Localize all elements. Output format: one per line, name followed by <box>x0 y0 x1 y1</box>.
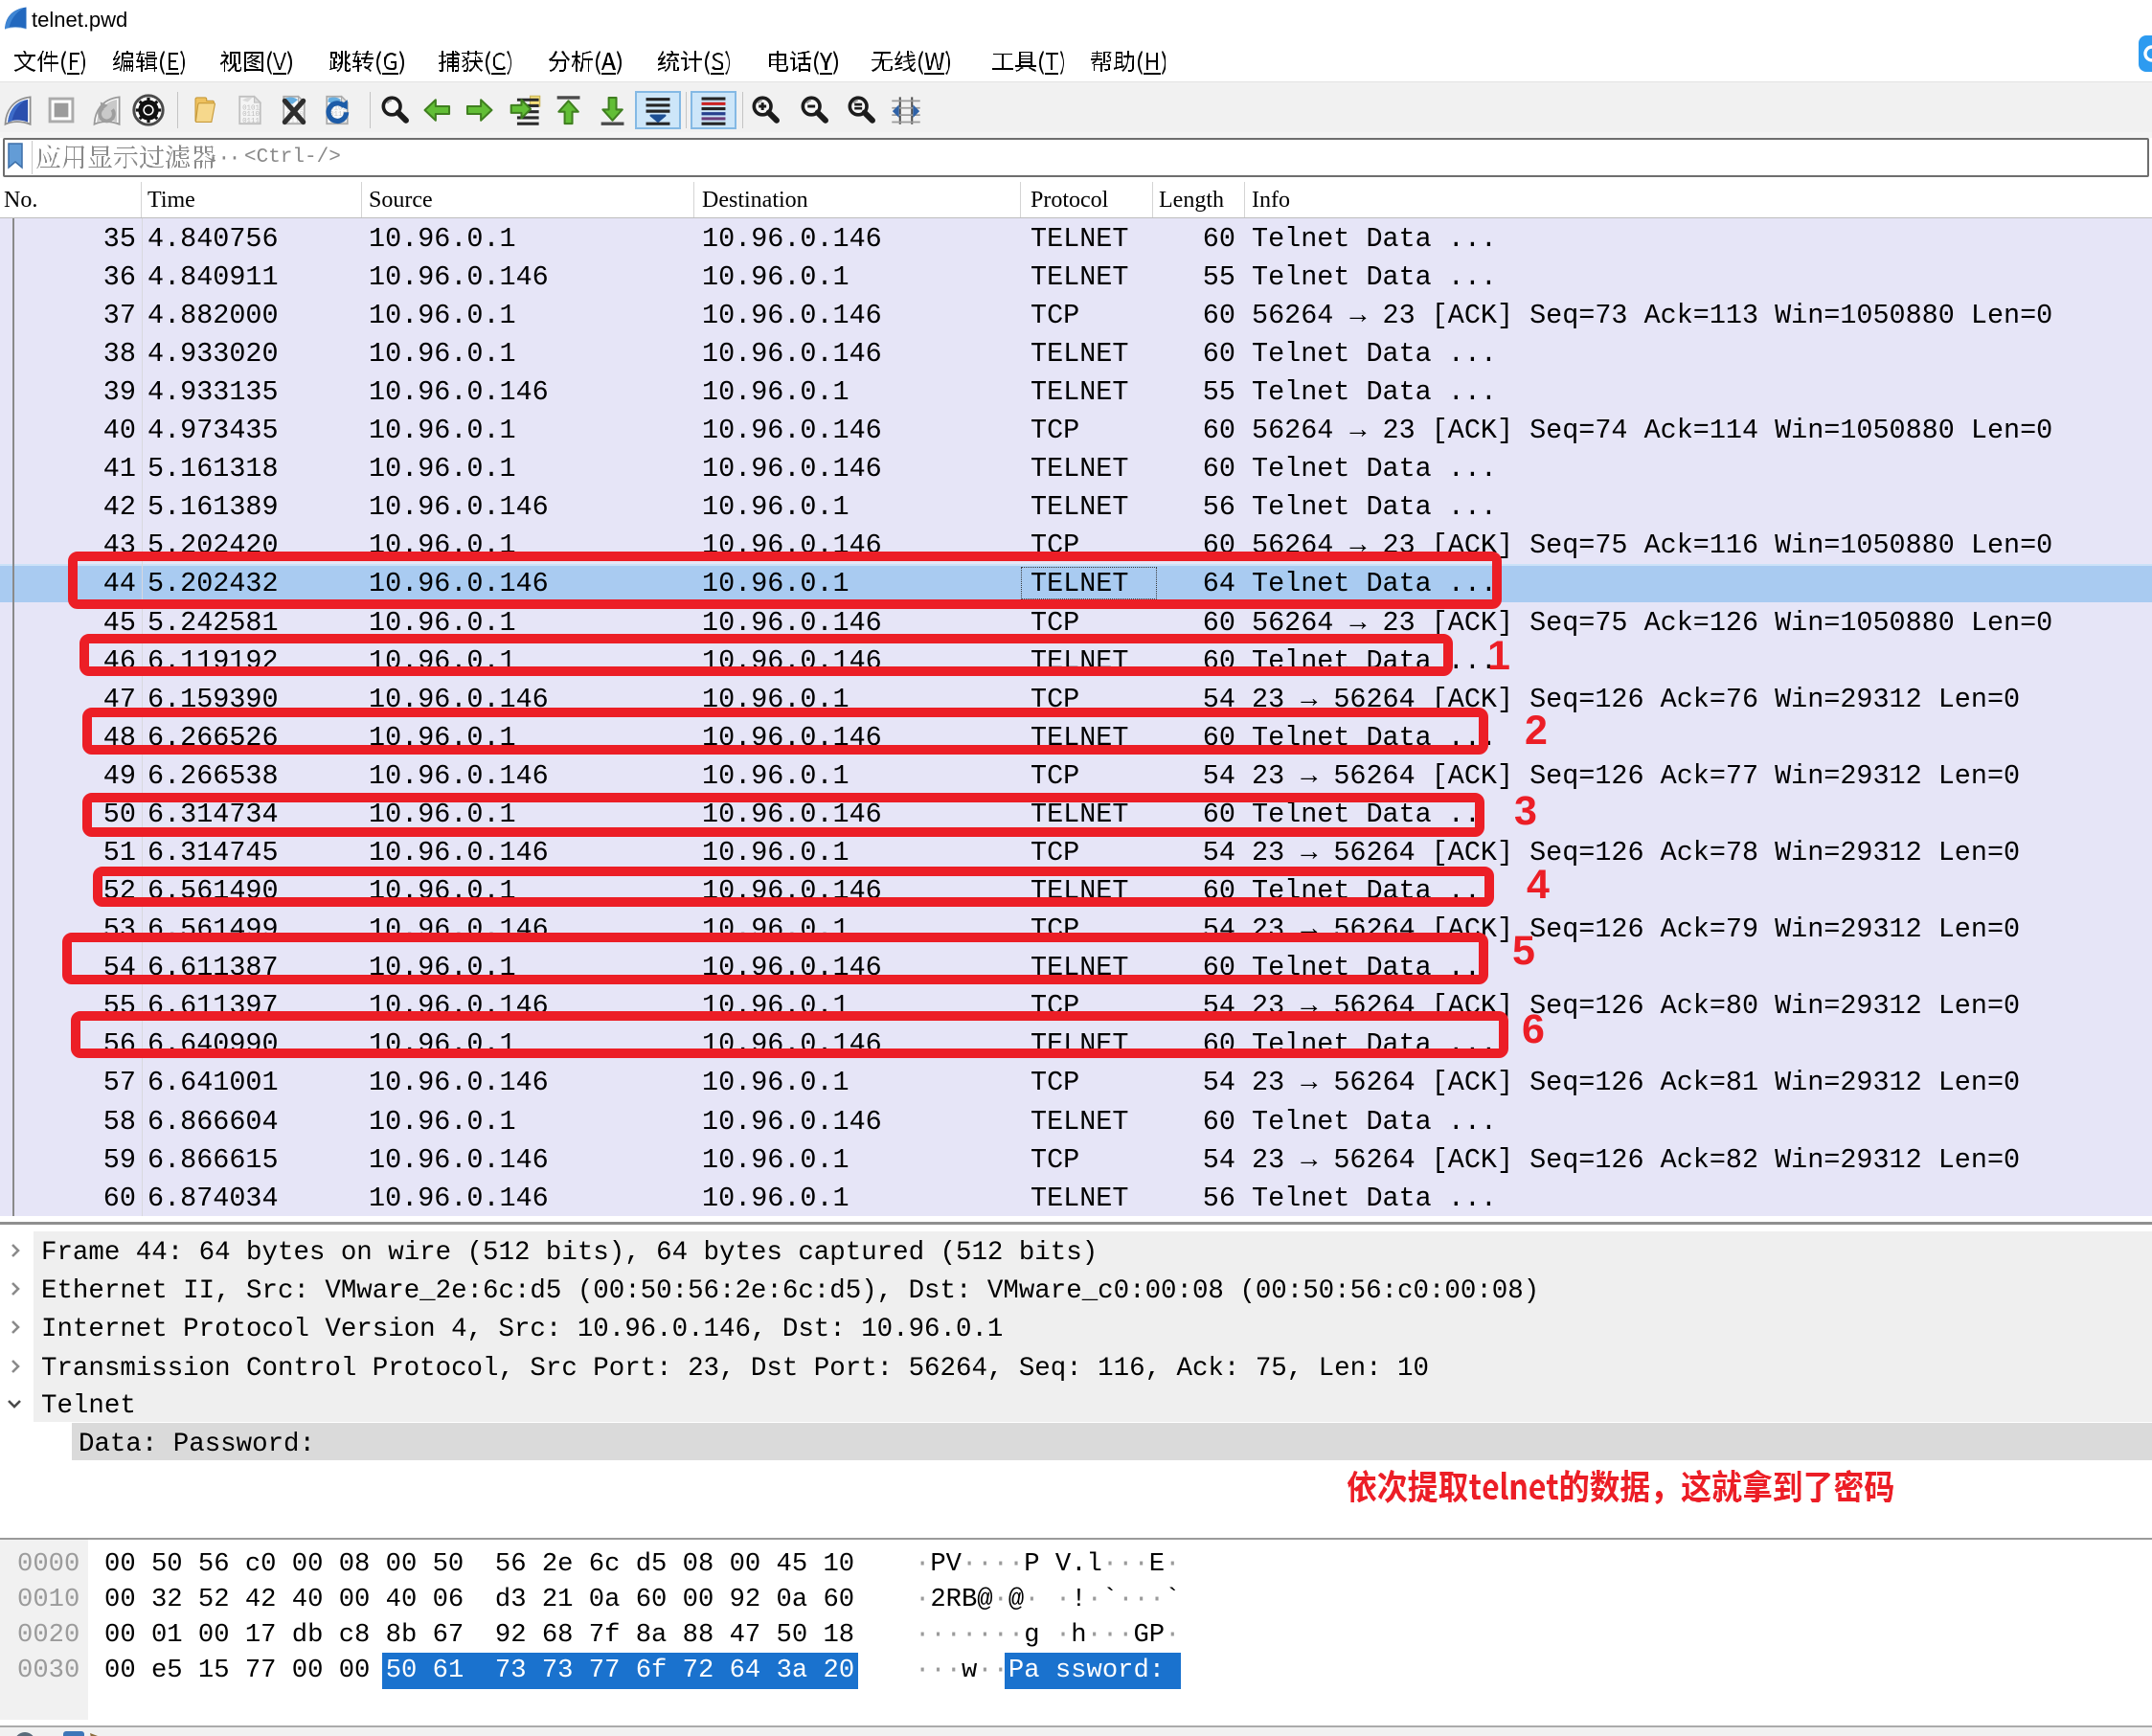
svg-text:0111: 0111 <box>242 118 260 125</box>
